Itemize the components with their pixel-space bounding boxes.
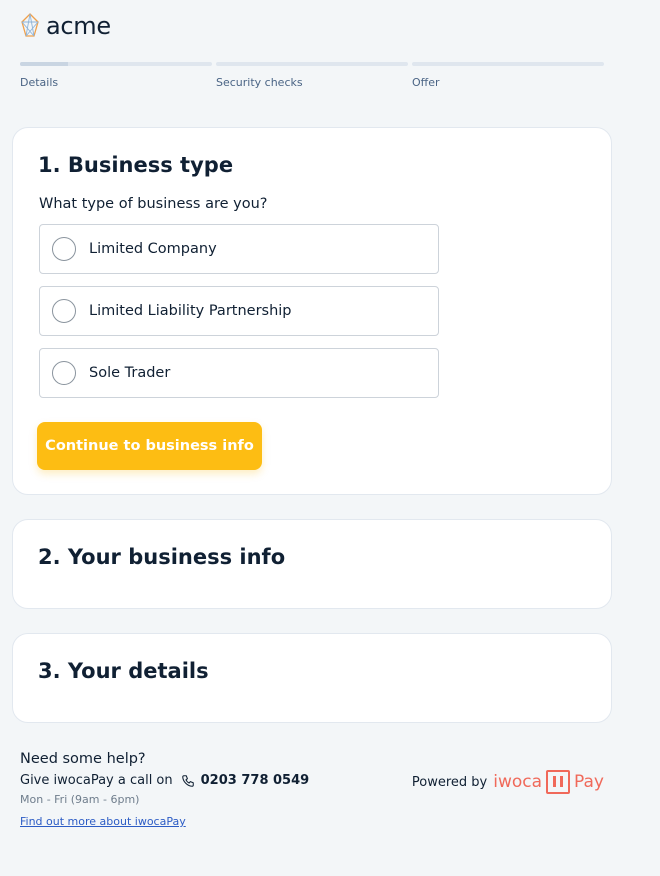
option-label: Sole Trader <box>89 365 171 381</box>
option-sole-trader[interactable]: Sole Trader <box>39 348 439 398</box>
step-fill <box>20 62 68 66</box>
progress-stepper: Details Security checks Offer <box>20 62 604 89</box>
step-label: Details <box>20 76 59 89</box>
section-title: 2. Your business info <box>38 545 286 569</box>
continue-button[interactable]: Continue to business info <box>37 422 262 470</box>
iwocapay-info-link[interactable]: Find out more about iwocaPay <box>20 815 186 828</box>
iwoca-logo-icon <box>546 770 571 794</box>
radio-button[interactable] <box>52 361 76 385</box>
step-bar <box>216 62 408 66</box>
business-info-card[interactable]: 2. Your business info <box>12 519 612 609</box>
business-type-card: 1. Business type What type of business a… <box>12 127 612 495</box>
geometric-diamond-icon <box>21 13 39 37</box>
option-label: Limited Liability Partnership <box>89 303 292 319</box>
step-bar <box>20 62 212 66</box>
brand-name: acme <box>46 12 111 40</box>
help-call-line: Give iwocaPay a call on 0203 778 0549 <box>20 773 309 788</box>
phone-number[interactable]: 0203 778 0549 <box>201 773 310 788</box>
option-limited-company[interactable]: Limited Company <box>39 224 439 274</box>
help-hours: Mon - Fri (9am - 6pm) <box>20 793 140 806</box>
help-title: Need some help? <box>20 751 146 767</box>
step-offer: Offer <box>412 62 604 89</box>
business-type-question: What type of business are you? <box>39 196 268 212</box>
section-title: 1. Business type <box>38 153 234 177</box>
step-bar <box>412 62 604 66</box>
iwoca-wordmark: iwoca <box>493 772 543 792</box>
section-title: 3. Your details <box>38 659 209 683</box>
step-label: Offer <box>412 76 440 89</box>
radio-button[interactable] <box>52 237 76 261</box>
step-security-checks: Security checks <box>216 62 408 89</box>
option-limited-liability-partnership[interactable]: Limited Liability Partnership <box>39 286 439 336</box>
pay-wordmark: Pay <box>574 772 604 792</box>
your-details-card[interactable]: 3. Your details <box>12 633 612 723</box>
step-details: Details <box>20 62 212 89</box>
option-label: Limited Company <box>89 241 217 257</box>
call-text: Give iwocaPay a call on <box>20 773 173 788</box>
brand-logo[interactable]: acme <box>20 12 111 40</box>
step-label: Security checks <box>216 76 303 89</box>
radio-button[interactable] <box>52 299 76 323</box>
powered-by: Powered by iwoca Pay <box>412 770 604 794</box>
powered-by-text: Powered by <box>411 774 488 790</box>
phone-icon <box>181 774 194 787</box>
